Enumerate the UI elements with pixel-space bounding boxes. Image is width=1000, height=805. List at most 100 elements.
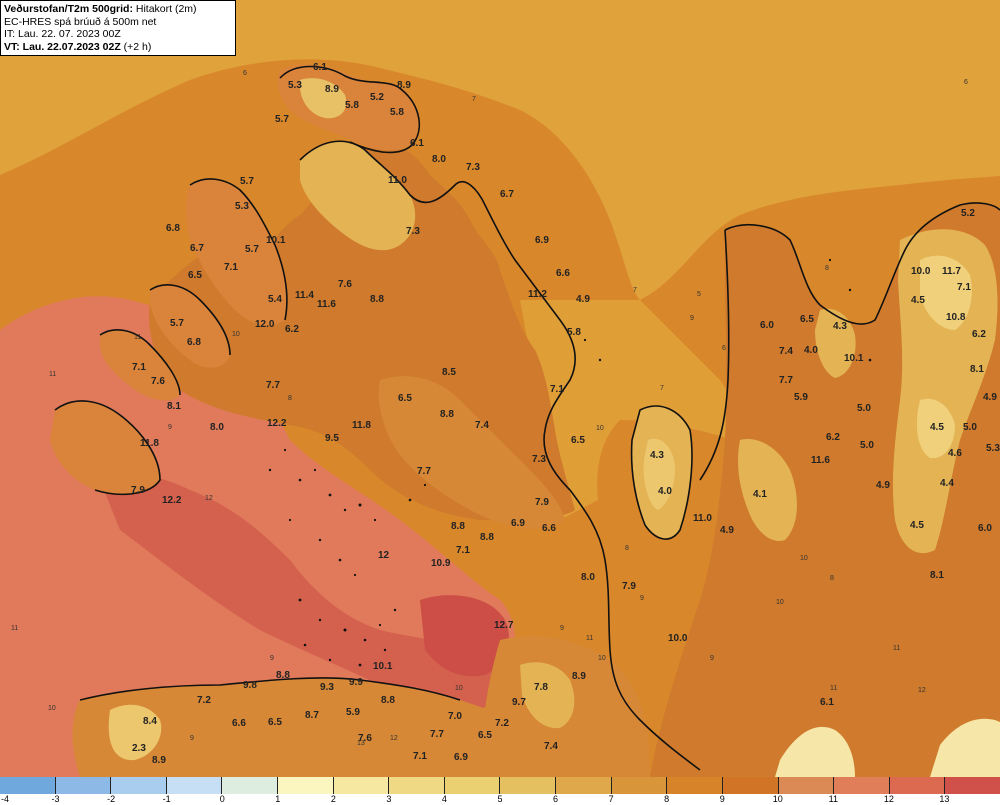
- temperature-value-label: 11.4: [295, 290, 314, 301]
- contour-value-label: 11: [586, 635, 593, 642]
- temperature-value-label: 12: [378, 550, 390, 561]
- title-product: Hitakort (2m): [135, 3, 197, 15]
- temperature-value-label: 7.1: [550, 384, 564, 395]
- contour-value-label: 10: [800, 555, 808, 562]
- contour-value-label: 12: [205, 495, 213, 502]
- temperature-value-label: 4.3: [833, 321, 847, 332]
- legend-swatch: [278, 777, 334, 794]
- legend-swatch: [333, 777, 390, 794]
- temperature-value-label: 10.0: [911, 266, 931, 277]
- temperature-value-label: 5.7: [240, 176, 254, 187]
- temperature-value-label: 6.5: [800, 314, 814, 325]
- contour-value-label: 10: [598, 655, 606, 662]
- temperature-value-label: 5.7: [245, 244, 259, 255]
- temperature-value-label: 5.0: [857, 403, 871, 414]
- temperature-value-label: 4.5: [911, 295, 925, 306]
- temperature-value-label: 6.5: [571, 435, 585, 446]
- temperature-value-label: 6.2: [826, 432, 840, 443]
- temperature-value-label: 9.5: [325, 433, 339, 444]
- temperature-value-label: 5.7: [275, 114, 289, 125]
- contour-value-label: 12: [390, 735, 398, 742]
- temperature-value-label: 11.2: [528, 289, 547, 300]
- legend-swatch: [834, 777, 890, 794]
- valid-time: VT: Lau. 22.07.2023 02Z: [4, 40, 121, 53]
- temperature-value-label: 7.1: [224, 262, 238, 273]
- temperature-value-label: 8.8: [381, 695, 395, 706]
- temperature-value-label: 7.1: [957, 282, 971, 293]
- temperature-map: 5.3 6.1 8.9 5.2 8.9 5.8 5.7 5.8 6.1 8.0 7.3 11.0 6.7…: [0, 0, 1000, 777]
- temperature-value-label: 5.3: [235, 201, 249, 212]
- legend-tick-label: 5: [497, 794, 503, 804]
- temperature-value-label: 5.2: [961, 208, 975, 219]
- temperature-value-label: 4.4: [940, 478, 954, 489]
- legend-tick-label: 13: [939, 794, 950, 804]
- temperature-value-label: 5.9: [794, 392, 808, 403]
- temperature-value-label: 12.7: [494, 620, 514, 631]
- temperature-value-label: 6.9: [454, 752, 468, 763]
- legend-tick-label: -4: [1, 794, 10, 804]
- contour-value-label: 6: [243, 70, 247, 77]
- temperature-value-label: 4.0: [804, 345, 818, 356]
- temperature-value-label: 2.3: [132, 743, 146, 754]
- legend-tick-label: 0: [219, 794, 225, 804]
- contour-value-label: 7: [472, 96, 476, 103]
- temperature-value-label: 7.3: [532, 454, 546, 465]
- temperature-value-label: 9.7: [512, 697, 526, 708]
- title-source: Veðurstofan/T2m 500grid:: [4, 3, 133, 15]
- temperature-value-label: 6.0: [760, 320, 774, 331]
- temperature-value-label: 6.6: [232, 718, 246, 729]
- contour-value-label: 8: [830, 575, 834, 582]
- temperature-value-label: 10.1: [373, 661, 393, 672]
- temperature-value-label: 6.8: [187, 337, 201, 348]
- temperature-value-label: 6.1: [313, 62, 327, 73]
- legend-tick-label: 1: [275, 794, 281, 804]
- valid-offset: (+2 h): [123, 40, 152, 53]
- temperature-value-label: 7.4: [544, 741, 558, 752]
- temperature-value-label: 7.0: [448, 711, 462, 722]
- temperature-value-label: 5.0: [860, 440, 874, 451]
- legend-swatch: [444, 777, 501, 794]
- contour-value-label: 11: [893, 645, 900, 652]
- temperature-value-label: 11.6: [317, 299, 336, 310]
- temperature-value-label: 12.0: [255, 319, 275, 330]
- contour-value-label: 8: [625, 545, 629, 552]
- legend-tick-label: 10: [772, 794, 783, 804]
- temperature-value-label: 5.8: [345, 100, 359, 111]
- temperature-value-label: 10.0: [668, 633, 688, 644]
- temperature-value-label: 5.3: [288, 80, 302, 91]
- init-time: IT: Lau. 22. 07. 2023 00Z: [4, 28, 121, 40]
- legend-tick-label: -3: [51, 794, 60, 804]
- temperature-value-label: 6.9: [535, 235, 549, 246]
- temperature-value-label: 10.9: [431, 558, 451, 569]
- temperature-value-label: 6.5: [188, 270, 202, 281]
- legend-swatch: [778, 777, 835, 794]
- temperature-value-label: 11.0: [693, 513, 712, 524]
- temperature-value-label: 7.9: [535, 497, 549, 508]
- temperature-value-label: 10.1: [266, 235, 286, 246]
- temperature-value-label: 7.6: [338, 279, 352, 290]
- temperature-value-label: 7.4: [475, 420, 489, 431]
- temperature-value-label: 10.8: [946, 312, 966, 323]
- temperature-value-label: 7.2: [495, 718, 509, 729]
- temperature-value-label: 8.9: [325, 84, 339, 95]
- temperature-value-label: 7.1: [413, 751, 427, 762]
- temperature-value-label: 7.7: [430, 729, 444, 740]
- temperature-value-label: 12.2: [162, 495, 182, 506]
- legend-swatch: [500, 777, 557, 794]
- temperature-value-label: 7.1: [132, 362, 146, 373]
- color-legend: -4 -3 -2 -1 0 1 2 3 4 5 6 7 8 9 10 11 12 13: [0, 777, 1000, 805]
- temperature-value-label: 11.7: [942, 266, 961, 277]
- temperature-value-label: 6.5: [478, 730, 492, 741]
- legend-swatch: [722, 777, 779, 794]
- model-line: EC-HRES spá brúuð á 500m net: [4, 15, 157, 28]
- contour-value-label: 9: [640, 595, 644, 602]
- legend-tick-label: 11: [828, 794, 838, 804]
- contour-value-label: 9: [710, 655, 714, 662]
- temperature-value-label: 8.0: [581, 572, 595, 583]
- legend-tick-label: 12: [883, 794, 894, 804]
- temperature-value-label: 8.8: [480, 532, 494, 543]
- contour-value-label: 8: [288, 395, 292, 402]
- legend-swatch: [0, 777, 56, 794]
- temperature-value-label: 8.1: [930, 570, 944, 581]
- legend-swatch: [111, 777, 167, 794]
